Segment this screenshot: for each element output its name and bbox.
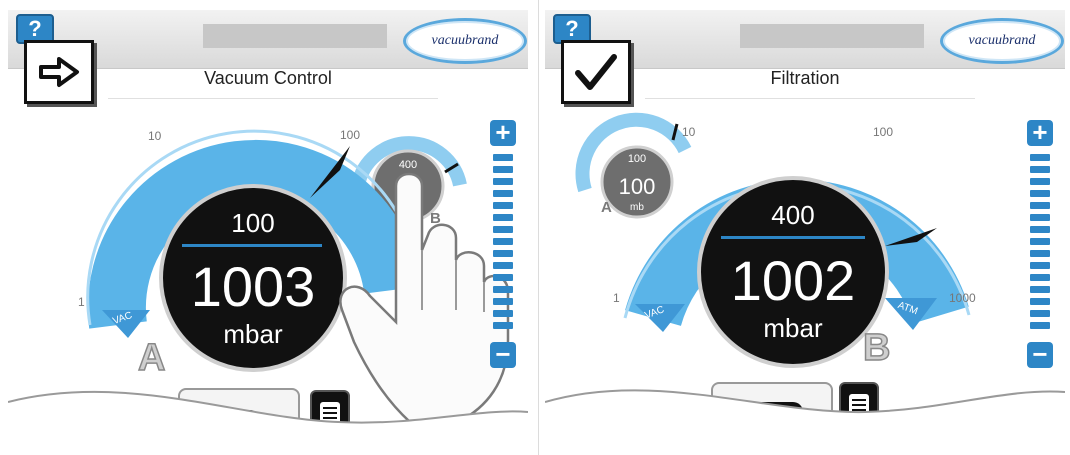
panel-filtration: ? vacuubrand Filtration 100 100 mb A 10 … (545, 10, 1065, 442)
page-curl-edge (545, 389, 1065, 442)
panel-divider (538, 0, 539, 455)
page-curl-edge (8, 390, 528, 442)
panel-vacuum-control: ? vacuubrand Vacuum Control 400 10 B 10 … (8, 10, 528, 442)
